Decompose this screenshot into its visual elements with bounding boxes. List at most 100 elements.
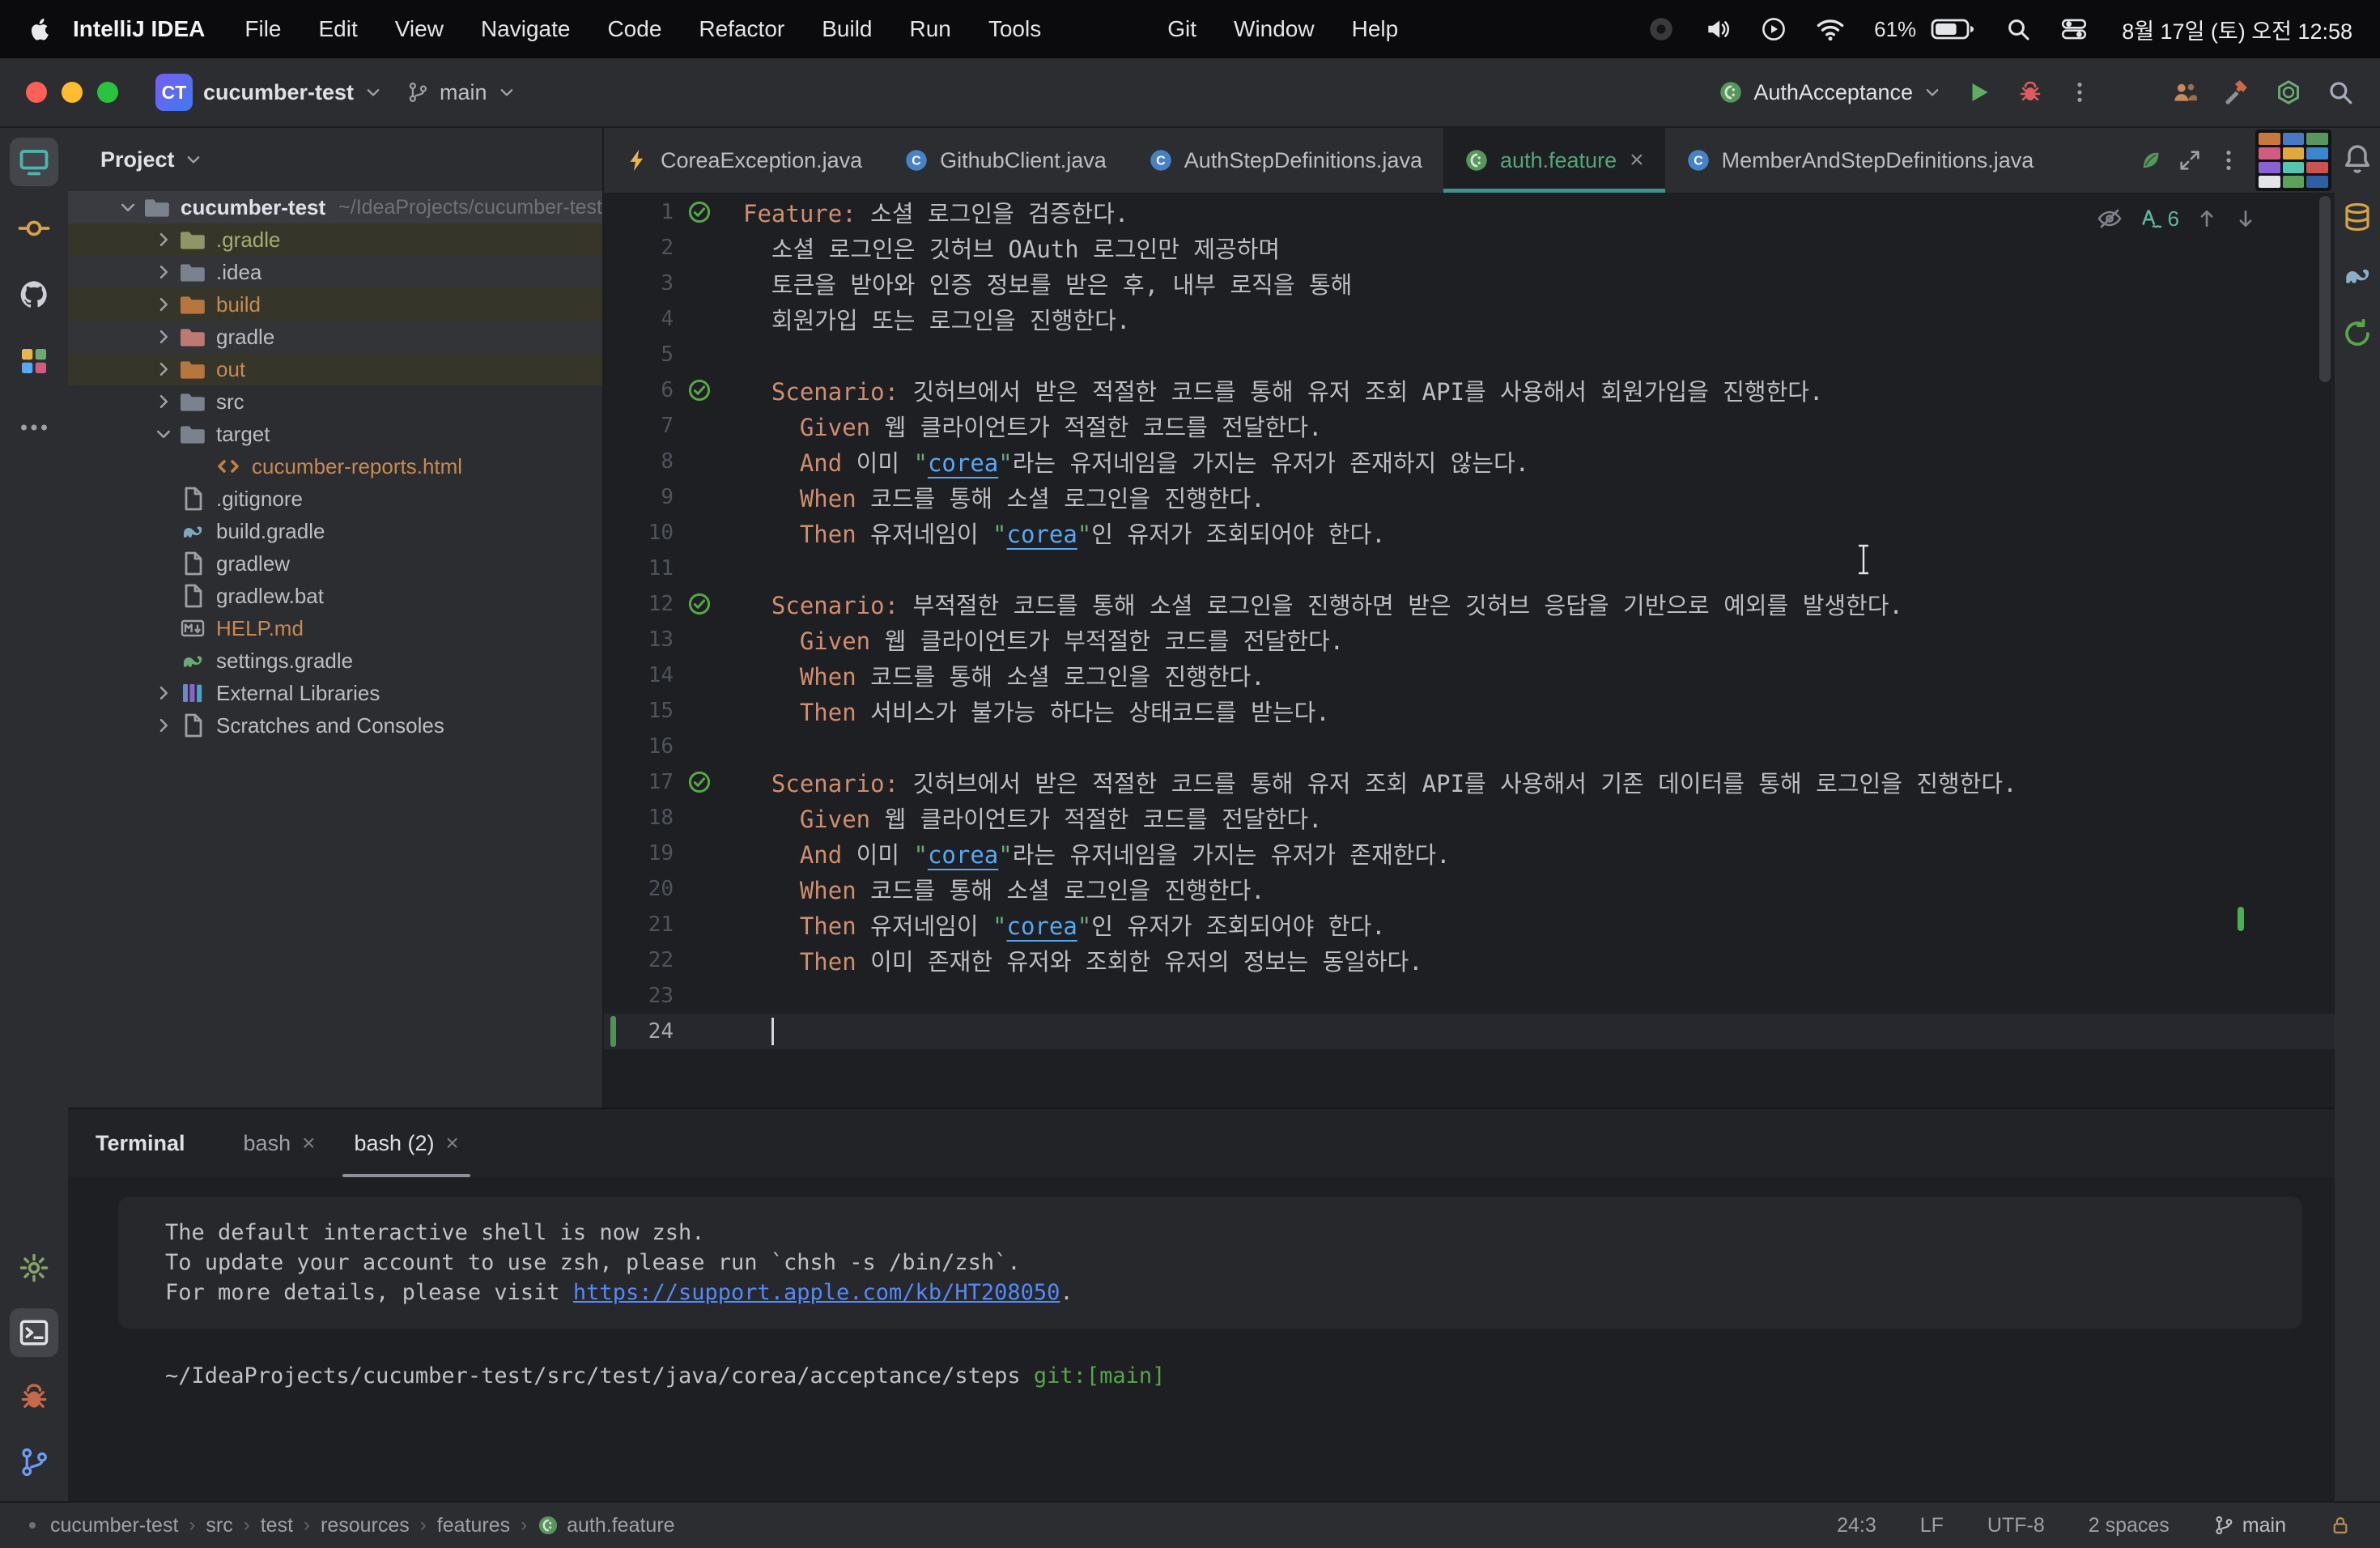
search-everywhere-icon[interactable] [2327, 79, 2354, 106]
editor-line-24[interactable]: 24 [604, 1014, 2335, 1049]
tree-item-cucumber-reports-html[interactable]: cucumber-reports.html [68, 450, 602, 483]
close-terminal-tab-icon[interactable]: × [446, 1130, 459, 1156]
next-problem-icon[interactable] [2234, 207, 2257, 230]
settings-tool-button[interactable] [10, 1244, 58, 1292]
indent-widget[interactable]: 2 spaces [2089, 1514, 2170, 1537]
tree-toggle-icon[interactable] [149, 424, 178, 444]
editor-line-11[interactable]: 11 [604, 551, 2335, 586]
caret-position-widget[interactable]: 24:3 [1837, 1514, 1876, 1537]
editor-line-9[interactable]: 9 When 코드를 통해 소셜 로그인을 진행한다. [604, 479, 2335, 515]
commit-tool-button[interactable] [10, 204, 58, 253]
editor-line-18[interactable]: 18 Given 웹 클라이언트가 적절한 코드를 전달한다. [604, 800, 2335, 836]
screen-recording-icon[interactable] [1647, 15, 1675, 43]
menu-navigate[interactable]: Navigate [462, 16, 589, 42]
menu-file[interactable]: File [226, 16, 300, 42]
editor-scrollbar[interactable] [2319, 196, 2331, 382]
more-actions-icon[interactable] [2068, 80, 2092, 104]
build-project-icon[interactable] [2223, 79, 2250, 106]
menu-git[interactable]: Git [1149, 16, 1215, 42]
tab-memberandstepdefinitions-java[interactable]: CMemberAndStepDefinitions.java [1665, 128, 2055, 193]
close-terminal-tab-icon[interactable]: × [302, 1130, 315, 1156]
editor-line-4[interactable]: 4 회원가입 또는 로그인을 진행한다. [604, 301, 2335, 337]
tree-item-gradle[interactable]: .gradle [68, 223, 602, 256]
tree-item-out[interactable]: out [68, 353, 602, 385]
tree-toggle-icon[interactable] [149, 327, 178, 347]
breadcrumb-src[interactable]: src [206, 1514, 232, 1537]
editor-line-1[interactable]: 1Feature: 소셜 로그인을 검증한다. [604, 194, 2335, 230]
menu-run[interactable]: Run [890, 16, 969, 42]
breadcrumb-auth-feature[interactable]: auth.feature [538, 1514, 674, 1537]
tree-item-help-md[interactable]: HELP.md [68, 612, 602, 644]
breadcrumb-test[interactable]: test [261, 1514, 293, 1537]
lock-icon[interactable] [2330, 1515, 2351, 1536]
close-window-button[interactable] [26, 82, 47, 103]
editor-line-17[interactable]: 17 Scenario: 깃허브에서 받은 적절한 코드를 통해 유저 조회 A… [604, 764, 2335, 800]
menu-tools[interactable]: Tools [970, 16, 1060, 42]
editor-line-16[interactable]: 16 [604, 729, 2335, 764]
tree-toggle-icon[interactable] [149, 716, 178, 735]
control-center-icon[interactable] [2060, 15, 2088, 43]
editor-line-20[interactable]: 20 When 코드를 통해 소셜 로그인을 진행한다. [604, 871, 2335, 907]
run-test-gutter-icon[interactable] [678, 200, 720, 224]
terminal-tab-bash[interactable]: bash× [224, 1109, 335, 1177]
tree-item-settings-gradle[interactable]: settings.gradle [68, 644, 602, 677]
editor-line-2[interactable]: 2 소셜 로그인은 깃허브 OAuth 로그인만 제공하며 [604, 230, 2335, 266]
tree-item-gradle[interactable]: gradle [68, 321, 602, 353]
terminal-output[interactable]: The default interactive shell is now zsh… [68, 1179, 2335, 1503]
menu-refactor[interactable]: Refactor [680, 16, 803, 42]
volume-icon[interactable] [1704, 15, 1732, 43]
run-button[interactable] [1966, 79, 1993, 106]
editor-line-5[interactable]: 5 [604, 337, 2335, 372]
editor-line-3[interactable]: 3 토큰을 받아와 인증 정보를 받은 후, 내부 로직을 통해 [604, 266, 2335, 301]
spring-tool-button[interactable] [2340, 316, 2375, 351]
tree-toggle-icon[interactable] [149, 230, 178, 249]
code-with-me-icon[interactable] [2171, 79, 2199, 106]
editor-line-7[interactable]: 7 Given 웹 클라이언트가 적절한 코드를 전달한다. [604, 408, 2335, 444]
close-tab-icon[interactable]: × [1630, 148, 1644, 172]
editor-line-8[interactable]: 8 And 이미 "corea"라는 유저네임을 가지는 유저가 존재하지 않는… [604, 444, 2335, 479]
tree-item-gradlew[interactable]: gradlew [68, 547, 602, 580]
project-tool-button[interactable] [10, 138, 58, 186]
terminal-link[interactable]: https://support.apple.com/kb/HT208050 [573, 1280, 1060, 1305]
breadcrumb-features[interactable]: features [437, 1514, 510, 1537]
editor-line-22[interactable]: 22 Then 이미 존재한 유저와 조회한 유저의 정보는 동일하다. [604, 942, 2335, 978]
menu-code[interactable]: Code [589, 16, 680, 42]
terminal-tool-button[interactable] [10, 1308, 58, 1357]
menu-window[interactable]: Window [1215, 16, 1333, 42]
project-panel-header[interactable]: Project [68, 128, 602, 191]
breadcrumb-cucumber-test[interactable]: cucumber-test [50, 1514, 178, 1537]
terminal-tab-bash-2[interactable]: bash (2)× [334, 1109, 478, 1177]
tree-toggle-icon[interactable] [149, 295, 178, 314]
tree-item-idea[interactable]: .idea [68, 256, 602, 288]
terminal-prompt[interactable]: ~/IdeaProjects/cucumber-test/src/test/ja… [165, 1361, 2335, 1391]
problems-tool-button[interactable] [10, 1373, 58, 1422]
wifi-icon[interactable] [1816, 15, 1845, 44]
tree-item-gitignore[interactable]: .gitignore [68, 483, 602, 515]
editor-line-14[interactable]: 14 When 코드를 통해 소셜 로그인을 진행한다. [604, 657, 2335, 693]
editor-line-19[interactable]: 19 And 이미 "corea"라는 유저네임을 가지는 유저가 존재한다. [604, 836, 2335, 871]
prev-problem-icon[interactable] [2195, 207, 2218, 230]
editor-line-15[interactable]: 15 Then 서비스가 불가능 하다는 상태코드를 받는다. [604, 693, 2335, 729]
tree-item-gradlew-bat[interactable]: gradlew.bat [68, 580, 602, 612]
tab-githubclient-java[interactable]: CGithubClient.java [883, 128, 1128, 193]
run-test-gutter-icon[interactable] [678, 592, 720, 616]
menu-help[interactable]: Help [1333, 16, 1417, 42]
breadcrumb-resources[interactable]: resources [321, 1514, 410, 1537]
services-tool-button[interactable] [10, 337, 58, 385]
tree-toggle-icon[interactable] [149, 683, 178, 703]
tree-toggle-icon[interactable] [149, 359, 178, 379]
inspections-widget[interactable]: 6 [2097, 206, 2257, 232]
zoom-window-button[interactable] [97, 82, 118, 103]
editor-line-23[interactable]: 23 [604, 978, 2335, 1014]
run-test-gutter-icon[interactable] [678, 770, 720, 794]
version-control-tool-button[interactable] [10, 1438, 58, 1486]
git-branch-widget[interactable]: main [2213, 1514, 2286, 1537]
tree-toggle-icon[interactable] [149, 262, 178, 282]
expand-editor-icon[interactable] [2178, 148, 2202, 172]
notifications-tool-button[interactable] [2340, 141, 2375, 176]
branch-widget[interactable]: main [406, 80, 516, 105]
menu-build[interactable]: Build [803, 16, 890, 42]
tree-item-cucumber-test[interactable]: cucumber-test~/IdeaProjects/cucumber-tes… [68, 191, 602, 223]
terminal-title[interactable]: Terminal [96, 1131, 185, 1156]
gradle-tool-button[interactable] [2340, 257, 2375, 293]
